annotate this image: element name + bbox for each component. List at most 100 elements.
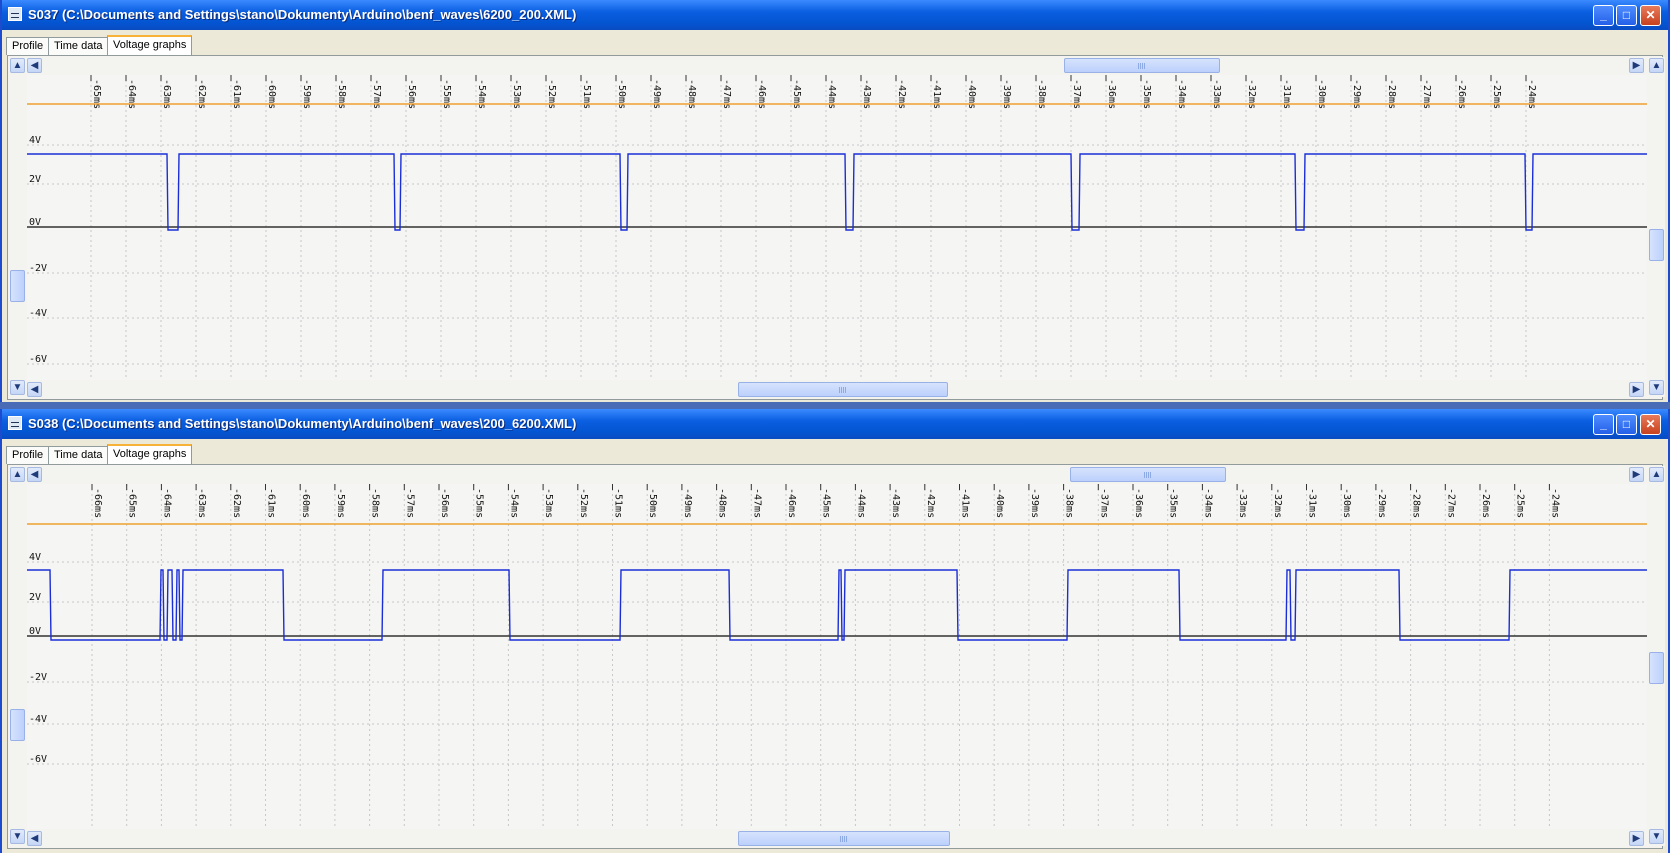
time-tick-label: -47ms — [751, 488, 762, 518]
scroll-thumb[interactable] — [1070, 467, 1226, 482]
scroll-right-icon[interactable]: ▶ — [1629, 58, 1644, 73]
voltage-label: -4V — [29, 714, 47, 725]
time-tick-label: -39ms — [1029, 488, 1040, 518]
time-tick-label: -34ms — [1202, 488, 1213, 518]
app-icon — [8, 7, 22, 21]
top-horizontal-scrollbar[interactable]: ◀ ▶ — [26, 57, 1646, 74]
time-tick-label: -60ms — [300, 488, 311, 518]
scroll-thumb[interactable] — [1649, 229, 1664, 261]
bottom-horizontal-scrollbar[interactable]: ◀ ▶ — [26, 830, 1646, 847]
tab-profile[interactable]: Profile — [6, 446, 50, 464]
time-tick-label: -66ms — [92, 488, 103, 518]
graph-window-s038: S038 (C:\Documents and Settings\stano\Do… — [0, 409, 1670, 853]
voltage-signal-trace — [27, 569, 1647, 641]
time-tick-label: -48ms — [717, 488, 728, 518]
time-tick-label: -40ms — [994, 488, 1005, 518]
scroll-up-icon[interactable]: ▲ — [1649, 467, 1664, 482]
scroll-up-icon[interactable]: ▲ — [10, 58, 25, 73]
scroll-down-icon[interactable]: ▼ — [1649, 829, 1664, 844]
title-bar[interactable]: S038 (C:\Documents and Settings\stano\Do… — [2, 409, 1668, 439]
time-tick-label: -35ms — [1168, 488, 1179, 518]
time-tick-label: -26ms — [1480, 488, 1491, 518]
time-tick-label: -24ms — [1549, 488, 1560, 518]
voltage-label: -6V — [29, 754, 47, 765]
tab-voltage-graphs[interactable]: Voltage graphs — [107, 35, 193, 56]
voltage-graph-panel: ◀ ▶ ◀ ▶ ▲ ▼ ▲ ▼ -65ms -64ms -63ms -62ms -61m… — [7, 55, 1665, 400]
scroll-thumb[interactable] — [10, 709, 25, 741]
voltage-graph-panel: ◀ ▶ ◀ ▶ ▲ ▼ ▲ ▼ -66ms -65ms -64ms -63ms -62m… — [7, 464, 1665, 849]
time-tick-label: -33ms — [1237, 488, 1248, 518]
close-icon[interactable]: ✕ — [1640, 5, 1661, 26]
maximize-icon[interactable]: □ — [1616, 5, 1637, 26]
scroll-right-icon[interactable]: ▶ — [1629, 467, 1644, 482]
scroll-left-icon[interactable]: ◀ — [27, 58, 42, 73]
top-horizontal-scrollbar[interactable]: ◀ ▶ — [26, 466, 1646, 483]
window-title: S038 (C:\Documents and Settings\stano\Do… — [28, 416, 577, 431]
time-tick-label: -29ms — [1376, 488, 1387, 518]
time-tick-label: -31ms — [1307, 488, 1318, 518]
time-tick-label: -36ms — [1133, 488, 1144, 518]
maximize-icon[interactable]: □ — [1616, 414, 1637, 435]
time-tick-label: -57ms — [404, 488, 415, 518]
time-tick-label: -45ms — [821, 488, 832, 518]
time-tick-label: -58ms — [370, 488, 381, 518]
scroll-up-icon[interactable]: ▲ — [10, 467, 25, 482]
time-tick-label: -51ms — [613, 488, 624, 518]
right-vertical-scrollbar[interactable]: ▲ ▼ — [1648, 466, 1665, 846]
scroll-down-icon[interactable]: ▼ — [1649, 380, 1664, 395]
tab-time-data[interactable]: Time data — [48, 37, 109, 55]
time-tick-label: -61ms — [266, 488, 277, 518]
voltage-label: 4V — [29, 552, 41, 563]
scroll-right-icon[interactable]: ▶ — [1629, 831, 1644, 846]
tab-profile[interactable]: Profile — [6, 37, 50, 55]
time-tick-label: -32ms — [1272, 488, 1283, 518]
time-tick-label: -55ms — [474, 488, 485, 518]
voltage-label: -2V — [29, 672, 47, 683]
time-tick-label: -49ms — [682, 488, 693, 518]
bottom-horizontal-scrollbar[interactable]: ◀ ▶ — [26, 381, 1646, 398]
voltage-label: 2V — [29, 174, 41, 185]
scroll-down-icon[interactable]: ▼ — [10, 380, 25, 395]
scroll-thumb[interactable] — [1649, 652, 1664, 684]
time-tick-label: -28ms — [1411, 488, 1422, 518]
time-tick-label: -59ms — [335, 488, 346, 518]
close-icon[interactable]: ✕ — [1640, 414, 1661, 435]
voltage-label: -6V — [29, 354, 47, 365]
scroll-thumb[interactable] — [738, 831, 950, 846]
time-tick-label: -50ms — [647, 488, 658, 518]
left-vertical-scrollbar[interactable]: ▲ ▼ — [9, 57, 26, 397]
right-vertical-scrollbar[interactable]: ▲ ▼ — [1648, 57, 1665, 397]
window-title: S037 (C:\Documents and Settings\stano\Do… — [28, 7, 577, 22]
voltage-graph[interactable]: -65ms -64ms -63ms -62ms -61ms -60ms -59ms -58ms… — [27, 75, 1647, 380]
scroll-right-icon[interactable]: ▶ — [1629, 382, 1644, 397]
time-tick-label: -38ms — [1064, 488, 1075, 518]
left-vertical-scrollbar[interactable]: ▲ ▼ — [9, 466, 26, 846]
time-tick-label: -41ms — [960, 488, 971, 518]
time-tick-label: -43ms — [890, 488, 901, 518]
minimize-icon[interactable]: _ — [1593, 5, 1614, 26]
scroll-up-icon[interactable]: ▲ — [1649, 58, 1664, 73]
graph-window-s037: S037 (C:\Documents and Settings\stano\Do… — [0, 0, 1670, 402]
tab-voltage-graphs[interactable]: Voltage graphs — [107, 444, 193, 465]
time-tick-label: -63ms — [196, 488, 207, 518]
title-bar[interactable]: S037 (C:\Documents and Settings\stano\Do… — [2, 0, 1668, 30]
scroll-left-icon[interactable]: ◀ — [27, 831, 42, 846]
time-tick-label: -64ms — [161, 488, 172, 518]
voltage-graph[interactable]: -66ms -65ms -64ms -63ms -62ms -61ms -60ms -59ms… — [27, 484, 1647, 829]
tab-time-data[interactable]: Time data — [48, 446, 109, 464]
scroll-thumb[interactable] — [10, 270, 25, 302]
voltage-label: -2V — [29, 263, 47, 274]
time-tick-label: -30ms — [1341, 488, 1352, 518]
time-tick-label: -25ms — [1515, 488, 1526, 518]
scroll-thumb[interactable] — [1064, 58, 1220, 73]
scroll-left-icon[interactable]: ◀ — [27, 382, 42, 397]
time-tick-label: -62ms — [231, 488, 242, 518]
scroll-down-icon[interactable]: ▼ — [10, 829, 25, 844]
scroll-thumb[interactable] — [738, 382, 948, 397]
time-tick-label: -54ms — [508, 488, 519, 518]
voltage-signal-trace — [27, 153, 1647, 231]
scroll-left-icon[interactable]: ◀ — [27, 467, 42, 482]
voltage-graph-svg: -65ms -64ms -63ms -62ms -61ms -60ms -59ms -58ms… — [27, 75, 1647, 380]
time-tick-label: -37ms — [1098, 488, 1109, 518]
minimize-icon[interactable]: _ — [1593, 414, 1614, 435]
